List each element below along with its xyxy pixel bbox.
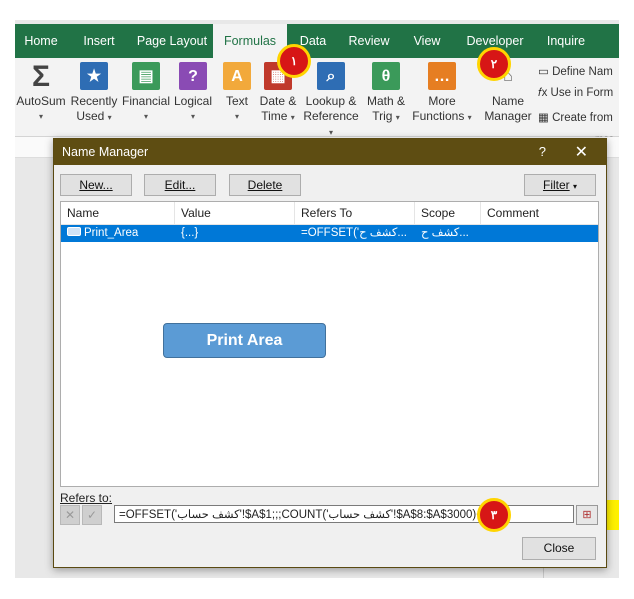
- tab-home[interactable]: Home: [15, 24, 67, 58]
- question-icon: ?: [179, 62, 207, 90]
- column-header-comment[interactable]: Comment: [481, 202, 598, 224]
- magnifier-icon: ⌕: [317, 62, 345, 90]
- grid-icon: ▦: [538, 112, 549, 124]
- math-trig-button[interactable]: θ Math & Trig ▾: [363, 62, 409, 125]
- row-name: Print_Area: [61, 225, 175, 242]
- chevron-down-icon: ▾: [107, 113, 112, 122]
- chevron-down-icon: ▾: [573, 182, 578, 191]
- dialog-title: Name Manager: [62, 145, 149, 159]
- row-refers-to: =OFFSET('كشف ح...: [301, 227, 407, 239]
- row-comment: [481, 225, 598, 242]
- recently-used-button[interactable]: ★ Recently Used ▾: [69, 62, 119, 125]
- name-manager-dialog: Name Manager ? ✕ New... Edit... Delete F…: [53, 138, 607, 568]
- chevron-down-icon: ▾: [290, 113, 295, 122]
- help-icon[interactable]: ?: [539, 144, 546, 159]
- table-row[interactable]: Print_Area {...} =OFFSET('كشف ح... كشف ح…: [61, 225, 598, 242]
- delete-button[interactable]: Delete: [229, 174, 301, 196]
- more-functions-button[interactable]: … More Functions ▾: [411, 62, 473, 125]
- row-scope: كشف ح...: [421, 227, 469, 239]
- sigma-icon: Σ: [31, 59, 50, 93]
- chevron-down-icon: ▾: [467, 113, 472, 122]
- chevron-down-icon: ▾: [234, 112, 239, 121]
- ribbon-formulas: Σ AutoSum ▾ ★ Recently Used ▾ ▤ Financia…: [15, 58, 619, 145]
- collapse-dialog-icon[interactable]: ⊞: [576, 505, 598, 525]
- annotation-badge-2: ٢: [477, 47, 511, 81]
- use-in-formula-button[interactable]: 𝑓x Use in Form: [538, 87, 613, 100]
- name-icon: [67, 227, 81, 236]
- dialog-titlebar: Name Manager ? ✕: [54, 139, 606, 165]
- financial-icon: ▤: [132, 62, 160, 90]
- ribbon-tabs: Home Insert Page Layout Formulas Data Re…: [15, 24, 619, 58]
- close-icon[interactable]: ✕: [575, 142, 588, 162]
- cancel-edit-icon[interactable]: ✕: [60, 505, 80, 525]
- yellow-highlight: [605, 500, 619, 530]
- logical-button[interactable]: ? Logical ▾: [172, 62, 214, 124]
- refers-to-label: Refers to:: [60, 491, 113, 505]
- fx-icon: 𝑓x: [538, 87, 548, 99]
- define-name-button[interactable]: ▭ Define Nam: [538, 64, 613, 78]
- column-header-refers-to[interactable]: Refers To: [295, 202, 415, 224]
- lookup-reference-button[interactable]: ⌕ Lookup & Reference ▾: [302, 62, 360, 140]
- text-a-icon: A: [223, 62, 251, 90]
- star-icon: ★: [80, 62, 108, 90]
- create-from-selection-button[interactable]: ▦ Create from: [538, 110, 613, 124]
- tab-inquire[interactable]: Inquire: [535, 24, 597, 58]
- chevron-down-icon: ▾: [38, 112, 43, 121]
- autosum-button[interactable]: Σ AutoSum ▾: [15, 59, 67, 124]
- chevron-down-icon: ▾: [190, 112, 195, 121]
- list-header: Name Value Refers To Scope Comment: [61, 202, 598, 225]
- filter-button[interactable]: Filter ▾: [524, 174, 596, 196]
- edit-button[interactable]: Edit...: [144, 174, 216, 196]
- tab-view[interactable]: View: [399, 24, 455, 58]
- tab-insert[interactable]: Insert: [67, 24, 131, 58]
- text-button[interactable]: A Text ▾: [220, 62, 254, 124]
- tab-page-layout[interactable]: Page Layout: [131, 24, 213, 58]
- chevron-down-icon: ▾: [328, 128, 333, 137]
- row-value: {...}: [181, 227, 199, 239]
- more-dots-icon: …: [428, 62, 456, 90]
- chevron-down-icon: ▾: [143, 112, 148, 121]
- names-list[interactable]: Name Value Refers To Scope Comment Print…: [60, 201, 599, 487]
- confirm-edit-icon[interactable]: ✓: [82, 505, 102, 525]
- annotation-badge-1: ١: [277, 44, 311, 78]
- new-button[interactable]: New...: [60, 174, 132, 196]
- annotation-badge-3: ٣: [477, 498, 511, 532]
- column-header-value[interactable]: Value: [175, 202, 295, 224]
- chevron-down-icon: ▾: [395, 113, 400, 122]
- column-header-name[interactable]: Name: [61, 202, 175, 224]
- tag-icon: ▭: [538, 66, 549, 78]
- tab-formulas[interactable]: Formulas: [213, 24, 287, 58]
- financial-button[interactable]: ▤ Financial ▾: [121, 62, 171, 124]
- tab-review[interactable]: Review: [339, 24, 399, 58]
- print-area-callout: Print Area: [163, 323, 326, 358]
- column-header-scope[interactable]: Scope: [415, 202, 481, 224]
- close-button[interactable]: Close: [522, 537, 596, 560]
- theta-icon: θ: [372, 62, 400, 90]
